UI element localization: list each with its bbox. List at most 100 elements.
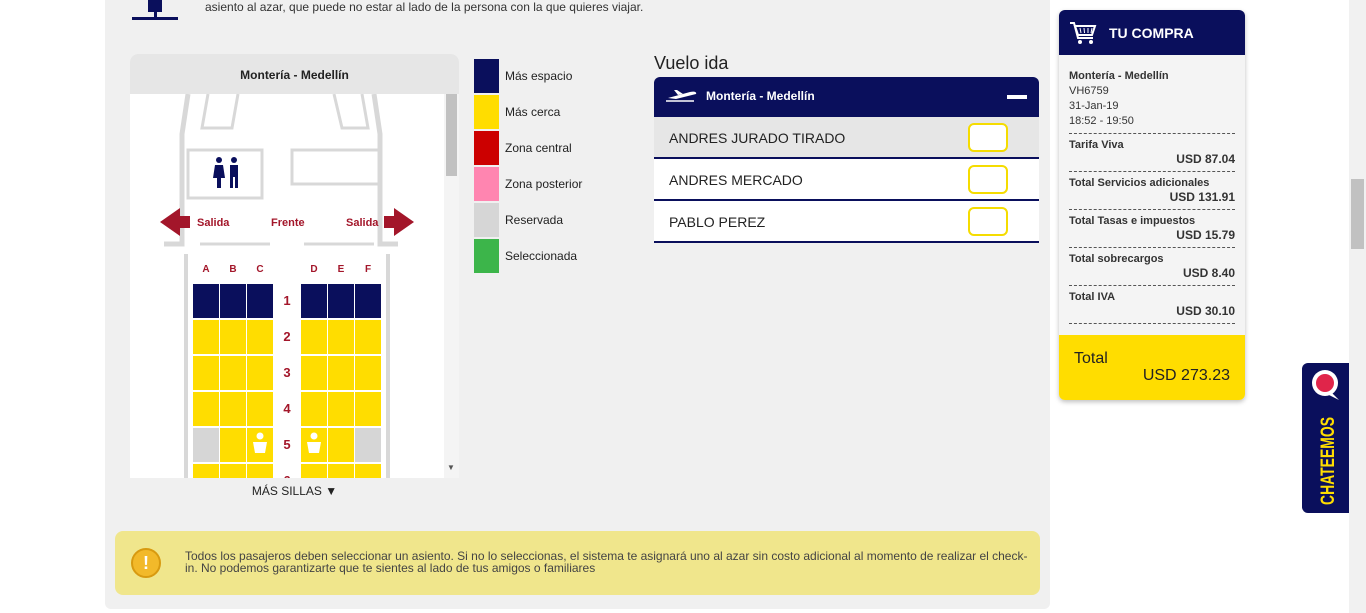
legend-item: Más espacio [474,58,582,94]
summary-header: TU COMPRA [1059,10,1245,55]
seat[interactable] [220,320,246,354]
legend-swatch [474,131,499,165]
seat[interactable] [193,356,219,390]
seat[interactable] [220,464,246,478]
seat-row-number: 4 [283,401,291,416]
seat[interactable] [301,356,327,390]
seat-column-label: C [256,264,263,275]
summary-route: Montería - Medellín [1069,70,1169,82]
seat[interactable] [247,356,273,390]
passenger-seat-box[interactable] [968,123,1008,152]
seat[interactable] [220,428,246,462]
seat-column-label: D [310,264,317,275]
legend-swatch [474,203,499,237]
seat-row-number: 1 [283,293,290,308]
seat-column-label: F [365,264,371,275]
chat-bubble-icon [1312,370,1339,400]
seat[interactable] [328,284,354,318]
legend-swatch [474,59,499,93]
seat[interactable] [193,320,219,354]
seat-row-number: 3 [283,365,290,380]
seat-icon [132,0,178,20]
seat[interactable] [355,284,381,318]
passenger-name: ANDRES JURADO TIRADO [669,130,846,146]
seat[interactable] [355,392,381,426]
flight-header[interactable]: Montería - Medellín [654,77,1039,117]
passenger-seat-box[interactable] [968,207,1008,236]
seat[interactable] [355,464,381,478]
flight-route: Montería - Medellín [706,89,815,103]
legend-swatch [474,167,499,201]
seat[interactable] [220,356,246,390]
seat[interactable] [193,392,219,426]
seat[interactable] [355,428,381,462]
seat[interactable] [328,464,354,478]
summary-time: 18:52 - 19:50 [1069,115,1134,127]
seat[interactable] [193,464,219,478]
seat[interactable] [301,320,327,354]
seat[interactable] [328,392,354,426]
total-value: USD 273.23 [1142,367,1230,384]
seat[interactable] [247,392,273,426]
scroll-down-icon[interactable]: ▼ [447,463,455,472]
seat[interactable] [355,320,381,354]
seat[interactable] [220,392,246,426]
seat[interactable] [193,284,219,318]
collapse-icon[interactable] [1007,95,1027,99]
exit-left-label: Salida [197,217,230,229]
passenger-row[interactable]: ANDRES MERCADO [654,159,1039,201]
legend-swatch [474,95,499,129]
seat-column-label: E [338,264,345,275]
seat[interactable] [247,464,273,478]
summary-line-label: Total IVA [1069,291,1116,303]
seat-map: Montería - Medellín Salida Frente Salida… [130,54,459,478]
passenger-row[interactable]: ANDRES JURADO TIRADO [654,117,1039,159]
seat[interactable] [355,356,381,390]
seat[interactable] [301,464,327,478]
seat[interactable] [328,428,354,462]
legend-label: Seleccionada [505,249,578,263]
legend-item: Más cerca [474,94,582,130]
seat-row-number: 6 [283,473,290,478]
summary-line-value: USD 30.10 [1176,304,1235,318]
seat[interactable] [328,320,354,354]
seat-map-scroll-thumb[interactable] [446,94,457,176]
seat[interactable] [247,320,273,354]
passenger-row[interactable]: PABLO PEREZ [654,201,1039,243]
seat-assignment-note: asiento al azar, que puede no estar al l… [205,0,644,14]
seat-row-number: 5 [283,437,290,452]
seat-warning-text: Todos los pasajeros deben seleccionar un… [185,549,1028,575]
exit-right-label: Salida [346,217,379,229]
more-seats-link[interactable]: MÁS SILLAS ▼ [130,484,459,498]
legend-swatch [474,239,499,273]
seat[interactable] [193,428,219,462]
seat[interactable] [301,284,327,318]
summary-line-value: USD 87.04 [1176,152,1235,166]
aircraft-cabin: Salida Frente Salida A B C D E F 1 2 3 4 5 6 [160,94,414,478]
page-scroll-thumb[interactable] [1351,179,1364,249]
seat[interactable] [247,284,273,318]
legend-item: Reservada [474,202,582,238]
passenger-name: PABLO PEREZ [669,214,766,230]
seat[interactable] [328,356,354,390]
passenger-name: ANDRES MERCADO [669,172,803,188]
lavatory-icon [213,157,238,188]
legend-item: Seleccionada [474,238,582,274]
legend-label: Zona posterior [505,177,583,191]
summary-line-label: Total Servicios adicionales [1069,177,1210,189]
chat-widget-button[interactable]: CHATEEMOS [1302,363,1349,513]
seat[interactable] [301,392,327,426]
summary-line-label: Total Tasas e impuestos [1069,215,1196,227]
legend-label: Zona central [505,141,572,155]
seat-legend: Más espacio Más cerca Zona central Zona pos… [474,58,582,274]
flight-title: Vuelo ida [654,53,729,73]
legend-item: Zona posterior [474,166,582,202]
summary-line-value: USD 131.91 [1169,190,1235,204]
airplane-icon [666,90,697,102]
legend-label: Reservada [505,213,564,227]
passenger-seat-box[interactable] [968,165,1008,194]
seat-map-scrollbar[interactable] [444,94,459,478]
seat[interactable] [220,284,246,318]
page-scrollbar[interactable] [1349,0,1366,613]
summary-line-value: USD 8.40 [1182,266,1235,280]
